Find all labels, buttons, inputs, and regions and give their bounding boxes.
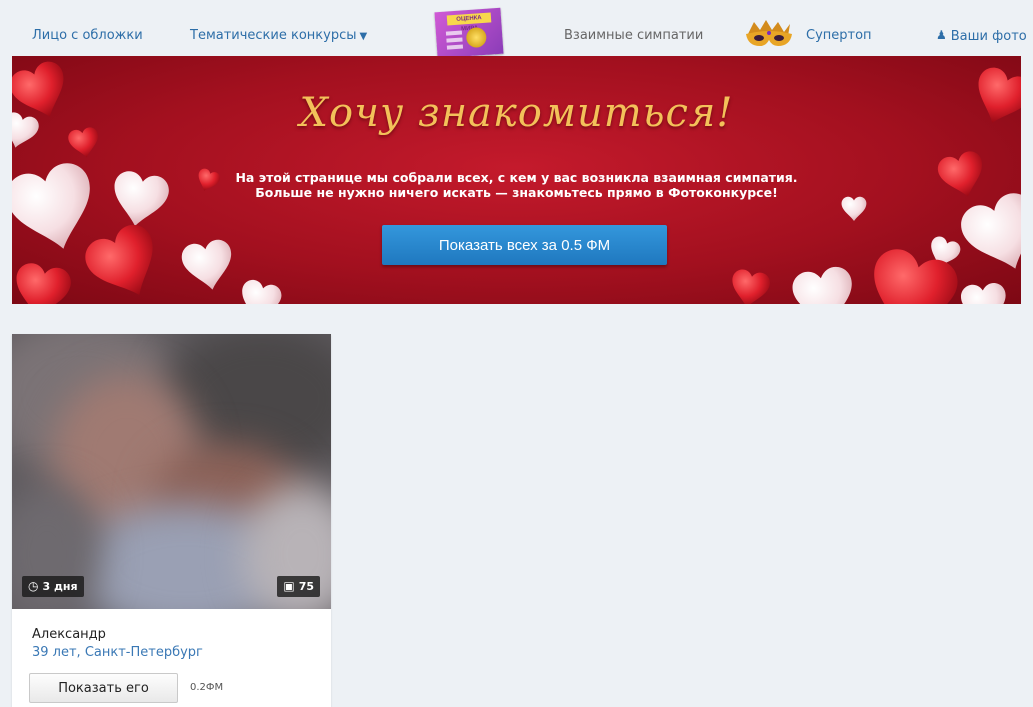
magazine-icon[interactable]: ОЦЕНКА МИРА bbox=[434, 7, 504, 59]
photo-count-badge: ▣ 75 bbox=[277, 576, 320, 597]
magazine-title: ОЦЕНКА МИРА bbox=[446, 12, 492, 33]
show-him-button[interactable]: Показать его bbox=[29, 673, 178, 703]
price-label: 0.2ФМ bbox=[190, 682, 224, 693]
clock-icon: ◷ bbox=[28, 579, 39, 593]
nav-cover-face[interactable]: Лицо с обложки bbox=[32, 28, 143, 44]
top-navigation: Лицо с обложки Тематические конкурсы ▼ ОЦ… bbox=[0, 0, 1033, 59]
show-all-button[interactable]: Показать всех за 0.5 ФМ bbox=[382, 225, 667, 265]
time-left-value: 3 дня bbox=[42, 580, 78, 593]
nav-mutual-likes[interactable]: Взаимные симпатии bbox=[564, 28, 703, 44]
chevron-down-icon: ▼ bbox=[359, 31, 368, 42]
user-icon: ♟ bbox=[936, 28, 947, 42]
magazine-lines bbox=[445, 30, 463, 36]
nav-themed-contests-label: Тематические конкурсы bbox=[190, 28, 357, 43]
profile-card: ◷ 3 дня ▣ 75 Александр 39 лет, Санкт-Петер… bbox=[12, 334, 331, 707]
profile-name: Александр bbox=[32, 627, 106, 642]
hero-description-line-2: Больше не нужно ничего искать — знакомьт… bbox=[255, 185, 778, 200]
profile-photo[interactable]: ◷ 3 дня ▣ 75 bbox=[12, 334, 331, 609]
nav-supertop[interactable]: Супертоп bbox=[806, 28, 872, 44]
profile-details: 39 лет, Санкт-Петербург bbox=[32, 645, 203, 660]
hero-description: На этой странице мы собрали всех, с кем … bbox=[12, 170, 1021, 200]
time-left-badge: ◷ 3 дня bbox=[22, 576, 84, 597]
mask-icon[interactable] bbox=[744, 20, 794, 50]
camera-icon: ▣ bbox=[283, 579, 295, 593]
hero-title: Хочу знакомиться! bbox=[299, 90, 734, 136]
photo-count-value: 75 bbox=[298, 580, 314, 593]
hero-description-line-1: На этой странице мы собрали всех, с кем … bbox=[235, 170, 798, 185]
nav-your-photos-label: Ваши фото bbox=[950, 29, 1027, 44]
nav-themed-contests[interactable]: Тематические конкурсы ▼ bbox=[190, 28, 367, 45]
nav-your-photos[interactable]: ♟ Ваши фото bbox=[936, 28, 1027, 45]
magazine-coins bbox=[465, 26, 488, 49]
hero-banner: Хочу знакомиться! На этой странице мы со… bbox=[12, 56, 1021, 304]
